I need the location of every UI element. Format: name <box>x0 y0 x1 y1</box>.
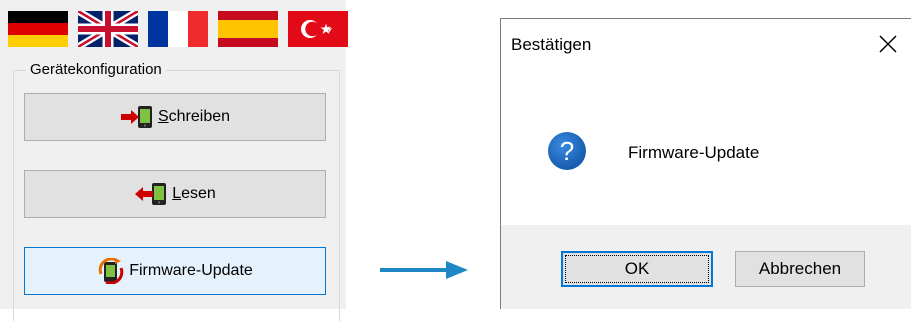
right-arrow-icon <box>380 260 470 280</box>
ok-button[interactable]: OK <box>561 251 713 287</box>
cancel-button[interactable]: Abbrechen <box>735 251 865 287</box>
read-button[interactable]: Lesen <box>24 170 326 218</box>
read-from-device-icon <box>134 181 168 207</box>
write-to-device-icon <box>120 104 154 130</box>
svg-text:?: ? <box>560 136 574 166</box>
flag-es-icon[interactable] <box>218 11 278 47</box>
write-button[interactable]: Schreiben <box>24 93 326 141</box>
firmware-update-label: Firmware-Update <box>129 262 253 279</box>
dialog-title: Bestätigen <box>511 35 592 54</box>
question-icon: ? <box>547 131 587 171</box>
group-title: Gerätekonfiguration <box>26 60 166 80</box>
read-button-label: esen <box>181 185 216 202</box>
firmware-update-button[interactable]: Firmware-Update <box>24 247 326 295</box>
device-config-panel: Gerätekonfiguration Schreiben Lesen Firm… <box>0 0 348 321</box>
flag-uk-icon[interactable] <box>78 11 138 47</box>
flag-tr-icon[interactable] <box>288 11 348 47</box>
flag-fr-icon[interactable] <box>148 11 208 47</box>
read-button-mnemonic: L <box>172 185 182 202</box>
flag-de-icon[interactable] <box>8 11 68 47</box>
firmware-update-icon <box>97 258 125 284</box>
write-button-mnemonic: S <box>157 108 169 125</box>
cancel-button-label: Abbrechen <box>758 259 842 278</box>
dialog-message: Firmware-Update <box>628 143 760 162</box>
write-button-label: chreiben <box>168 108 231 125</box>
close-icon[interactable] <box>873 29 903 59</box>
confirm-dialog: Bestätigen ? Firmware-Update OK Abbreche… <box>500 18 911 309</box>
